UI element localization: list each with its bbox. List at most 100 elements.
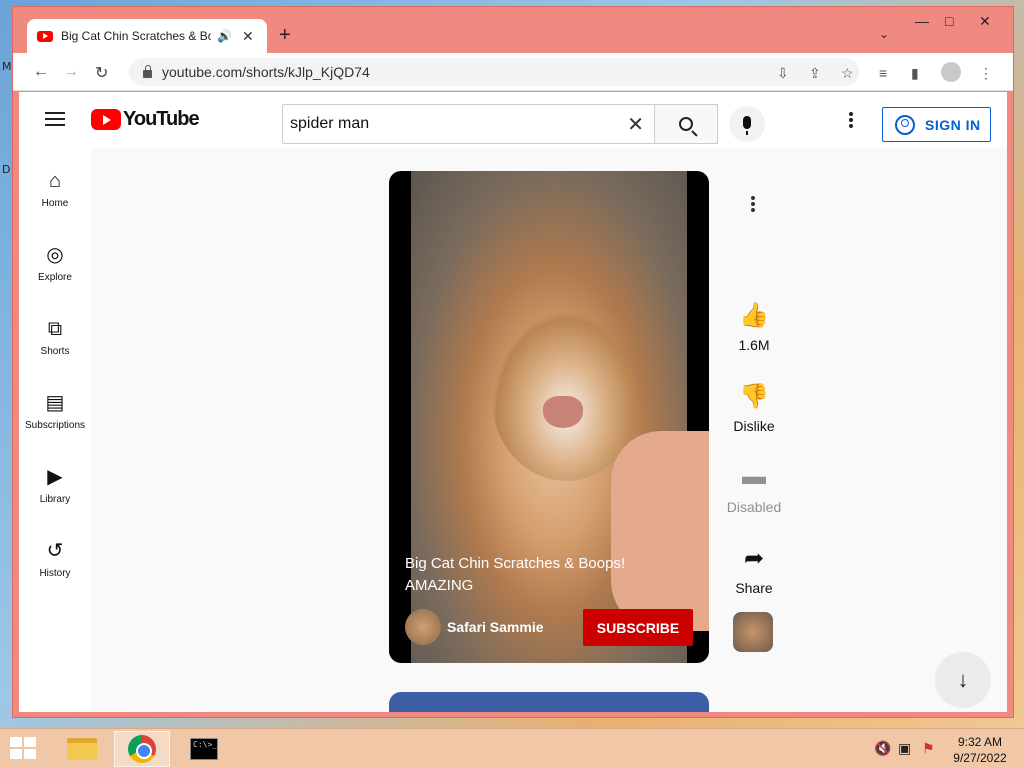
address-bar[interactable]: youtube.com/shorts/kJlp_KjQD74 [129, 58, 859, 86]
volume-muted-icon[interactable]: 🔇 [874, 740, 891, 757]
browser-window: Big Cat Chin Scratches & Boops! 🔊 ✕ + ⌄ … [12, 6, 1014, 718]
guide-label: Explore [38, 272, 72, 283]
new-tab-button[interactable]: + [279, 24, 291, 47]
youtube-logo[interactable]: YouTube [91, 108, 200, 131]
search-box[interactable]: spider man ✕ [282, 104, 655, 144]
browser-menu-icon[interactable]: ⋮ [979, 65, 993, 82]
back-icon[interactable]: ← [33, 63, 49, 81]
comments-label: Disabled [726, 499, 782, 515]
masthead: YouTube spider man ✕ SIGN IN [19, 92, 1007, 148]
comment-icon: ▬ [742, 463, 766, 490]
clear-search-icon[interactable]: ✕ [627, 112, 644, 137]
browser-toolbar: ← → ↻ youtube.com/shorts/kJlp_KjQD74 ⇩ ⇪… [13, 53, 1013, 91]
search-button[interactable] [654, 104, 718, 144]
thumbs-down-icon: 👎 [739, 383, 769, 410]
share-label: Share [735, 580, 773, 596]
browser-tab[interactable]: Big Cat Chin Scratches & Boops! 🔊 ✕ [27, 19, 267, 53]
guide-item-subscriptions[interactable]: ▤ Subscriptions [19, 390, 91, 431]
youtube-page: YouTube spider man ✕ SIGN IN ⌂ Home ◎ Ex… [19, 92, 1007, 712]
forward-icon[interactable]: → [63, 63, 79, 81]
guide-label: History [39, 568, 71, 579]
cat-nose [543, 396, 583, 428]
network-icon[interactable]: ▣ [898, 740, 911, 757]
subscriptions-icon: ▤ [45, 392, 65, 414]
settings-more-icon[interactable] [849, 112, 853, 130]
media-control-icon[interactable]: ≡ [879, 65, 887, 81]
channel-info[interactable]: Safari Sammie [405, 609, 544, 645]
url-text: youtube.com/shorts/kJlp_KjQD74 [162, 64, 370, 80]
chrome-icon [128, 735, 156, 763]
short-title[interactable]: Big Cat Chin Scratches & Boops! AMAZING [405, 553, 655, 597]
terminal-icon: C:\>_ [190, 738, 218, 760]
side-panel-icon[interactable]: ▮ [911, 65, 919, 82]
shorts-icon: ⧉ [47, 318, 63, 340]
like-button[interactable]: 👍 1.6M [719, 301, 789, 353]
guide-label: Shorts [40, 346, 70, 357]
chrome-taskbar-button[interactable] [114, 731, 170, 767]
hand [611, 431, 709, 631]
short-video-player[interactable]: Big Cat Chin Scratches & Boops! AMAZING … [389, 171, 709, 663]
guide-label: Subscriptions [24, 420, 86, 431]
next-video-button[interactable]: ↓ [935, 652, 991, 708]
home-icon: ⌂ [48, 170, 62, 192]
file-explorer-taskbar-button[interactable] [54, 731, 110, 767]
lock-icon[interactable] [143, 65, 152, 78]
maximize-button[interactable]: □ [945, 13, 953, 29]
cmd-taskbar-button[interactable]: C:\>_ [176, 731, 232, 767]
sound-thumbnail[interactable] [733, 612, 773, 652]
sign-in-button[interactable]: SIGN IN [882, 107, 991, 142]
share-button[interactable]: ➦ Share [719, 544, 789, 596]
youtube-favicon-icon [37, 30, 53, 42]
taskbar: C:\>_ 🔇 ▣ ⚑ 9:32 AM 9/27/2022 [0, 728, 1024, 768]
guide-sidebar: ⌂ Home ◎ Explore ⧉ Shorts ▤ Subscription… [19, 148, 91, 712]
speaker-icon[interactable]: 🔊 [217, 29, 232, 43]
tab-search-icon[interactable]: ⌄ [879, 27, 889, 41]
clock-time: 9:32 AM [957, 735, 1003, 749]
close-window-button[interactable]: ✕ [979, 13, 991, 30]
guide-label: Home [41, 198, 69, 209]
profile-avatar[interactable] [941, 62, 961, 82]
channel-avatar[interactable] [405, 609, 441, 645]
bookmark-star-icon[interactable]: ☆ [841, 65, 854, 82]
microphone-icon [743, 115, 751, 135]
more-options-icon[interactable] [751, 196, 755, 214]
guide-item-history[interactable]: ↺ History [19, 538, 91, 579]
action-center-icon[interactable]: ⚑ [922, 740, 935, 757]
dislike-label: Dislike [733, 418, 775, 434]
desktop-icon-label[interactable]: D [2, 163, 10, 176]
search-input[interactable]: spider man [290, 115, 627, 133]
library-icon: ▶ [47, 466, 63, 488]
comments-button[interactable]: ▬ Disabled [719, 463, 789, 515]
tab-strip: Big Cat Chin Scratches & Boops! 🔊 ✕ + ⌄ … [13, 7, 1013, 53]
desktop-icon-label[interactable]: M [2, 60, 12, 73]
start-button[interactable] [10, 737, 38, 761]
install-icon[interactable]: ⇩ [777, 65, 789, 82]
guide-item-explore[interactable]: ◎ Explore [19, 242, 91, 283]
guide-item-shorts[interactable]: ⧉ Shorts [19, 316, 91, 357]
folder-icon [67, 738, 97, 760]
share-icon[interactable]: ⇪ [809, 65, 821, 82]
guide-item-library[interactable]: ▶ Library [19, 464, 91, 505]
next-short-preview[interactable] [389, 692, 709, 712]
system-clock[interactable]: 9:32 AM 9/27/2022 [950, 734, 1010, 766]
guide-item-home[interactable]: ⌂ Home [19, 168, 91, 209]
arrow-down-icon: ↓ [957, 667, 969, 692]
close-tab-icon[interactable]: ✕ [242, 28, 254, 45]
reload-icon[interactable]: ↻ [95, 63, 108, 83]
dislike-button[interactable]: 👎 Dislike [719, 382, 789, 434]
minimize-button[interactable]: — [915, 13, 929, 29]
youtube-play-icon [91, 109, 121, 130]
channel-name[interactable]: Safari Sammie [447, 619, 544, 635]
share-arrow-icon: ➦ [743, 545, 765, 572]
logo-text: YouTube [123, 108, 200, 130]
hamburger-menu-icon[interactable] [45, 112, 65, 126]
voice-search-button[interactable] [729, 106, 765, 142]
like-count: 1.6M [738, 337, 770, 353]
subscribe-button[interactable]: SUBSCRIBE [583, 609, 693, 646]
history-icon: ↺ [46, 540, 64, 562]
compass-icon: ◎ [46, 244, 64, 266]
guide-label: Library [39, 494, 71, 505]
clock-date: 9/27/2022 [953, 751, 1007, 765]
sign-in-label: SIGN IN [925, 116, 981, 133]
search-icon [679, 117, 693, 131]
